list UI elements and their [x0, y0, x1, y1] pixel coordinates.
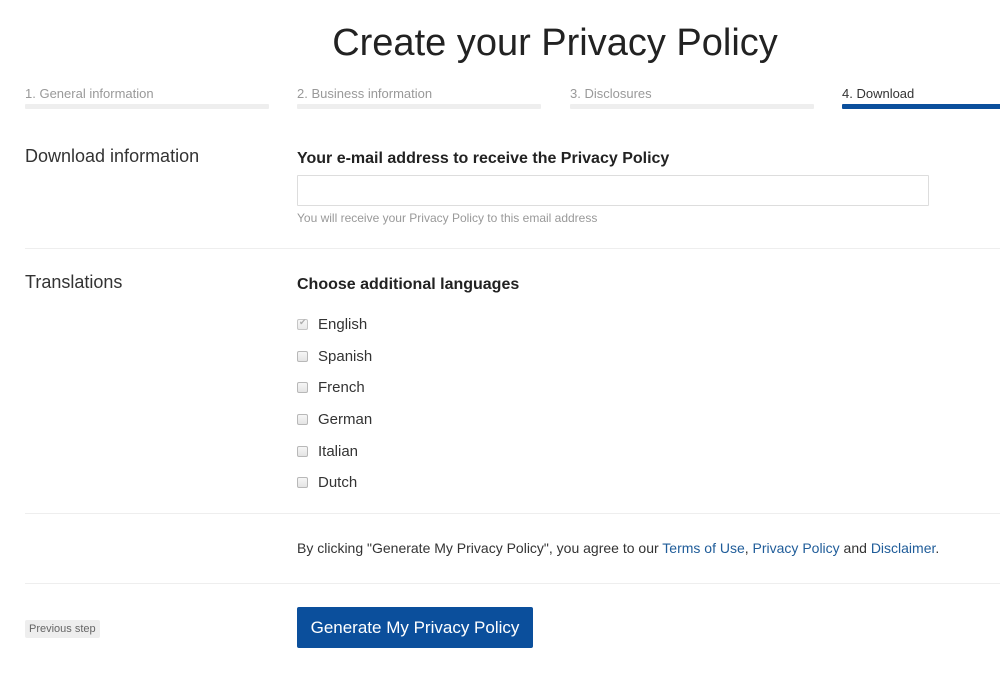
section-divider: [25, 248, 1000, 249]
section-divider: [25, 513, 1000, 514]
language-option-dutch[interactable]: Dutch: [297, 467, 372, 499]
step-label: 1. General information: [25, 86, 154, 101]
progress-steps: 1. General information 2. Business infor…: [25, 86, 1000, 110]
language-option-italian[interactable]: Italian: [297, 435, 372, 467]
email-field-label: Your e-mail address to receive the Priva…: [297, 150, 670, 167]
step-progress-bar: [25, 104, 269, 109]
english-checkbox[interactable]: [297, 317, 308, 331]
agreement-prefix: By clicking "Generate My Privacy Policy"…: [297, 540, 663, 556]
step-progress-bar: [842, 104, 1000, 109]
email-help-text: You will receive your Privacy Policy to …: [297, 211, 598, 225]
languages-label: Choose additional languages: [297, 276, 520, 293]
agreement-comma: ,: [744, 540, 753, 556]
language-option-english[interactable]: English: [297, 309, 372, 341]
generate-privacy-policy-button[interactable]: Generate My Privacy Policy: [297, 607, 533, 648]
german-checkbox[interactable]: [297, 414, 308, 426]
step-business-information: 2. Business information: [297, 86, 541, 109]
step-label: 2. Business information: [297, 86, 433, 101]
step-download: 4. Download: [842, 86, 1000, 109]
dutch-checkbox[interactable]: [297, 477, 308, 489]
language-option-german[interactable]: German: [297, 404, 372, 436]
step-label: 4. Download: [842, 86, 915, 101]
translations-heading: Translations: [25, 272, 123, 292]
language-label: French: [318, 379, 365, 397]
french-checkbox[interactable]: [297, 382, 308, 394]
agreement-suffix: .: [935, 540, 940, 556]
download-information-heading: Download information: [25, 146, 200, 166]
email-field[interactable]: [297, 175, 929, 206]
language-option-french[interactable]: French: [297, 372, 372, 404]
disclaimer-link[interactable]: Disclaimer: [871, 540, 936, 556]
terms-of-use-link[interactable]: Terms of Use: [662, 540, 744, 556]
previous-step-button[interactable]: Previous step: [25, 620, 100, 638]
language-label: Dutch: [318, 474, 358, 492]
section-divider: [25, 583, 1000, 584]
step-general-information: 1. General information: [25, 86, 269, 109]
page-title: Create your Privacy Policy: [332, 22, 778, 64]
agreement-and: and: [839, 540, 871, 556]
language-label: English: [318, 316, 368, 334]
step-progress-bar: [570, 104, 814, 109]
privacy-policy-link[interactable]: Privacy Policy: [753, 540, 840, 556]
step-disclosures: 3. Disclosures: [570, 86, 814, 109]
language-list: English Spanish French German Italian Du…: [297, 309, 372, 499]
italian-checkbox[interactable]: [297, 445, 308, 457]
language-label: Italian: [318, 442, 359, 460]
step-progress-bar: [297, 104, 541, 109]
language-label: German: [318, 411, 373, 429]
spanish-checkbox[interactable]: [297, 350, 308, 362]
agreement-text: By clicking "Generate My Privacy Policy"…: [297, 540, 939, 556]
language-label: Spanish: [318, 347, 373, 365]
step-label: 3. Disclosures: [570, 86, 652, 101]
language-option-spanish[interactable]: Spanish: [297, 341, 372, 373]
